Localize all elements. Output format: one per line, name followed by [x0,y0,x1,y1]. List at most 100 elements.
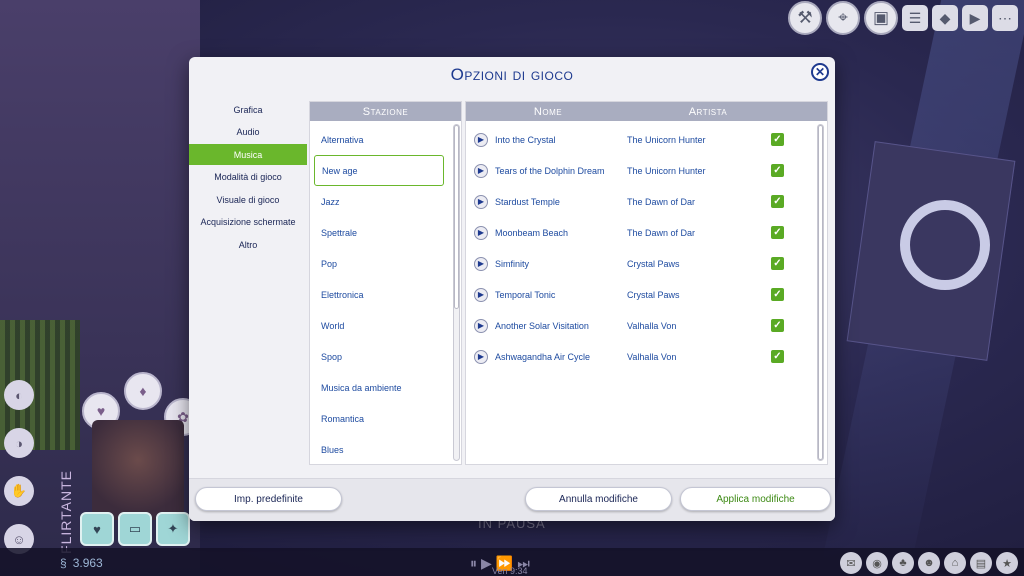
play-preview-icon[interactable]: ▶ [474,132,488,147]
category-item-3[interactable]: Modalità di gioco [189,167,307,188]
station-scroll-thumb[interactable] [454,125,459,309]
song-name: Moonbeam Beach [495,227,569,238]
station-item-4[interactable]: Pop [314,248,444,279]
song-enabled-checkbox[interactable]: ✓ [771,226,784,239]
category-item-1[interactable]: Audio [189,122,307,143]
song-artist: Crystal Paws [627,258,680,269]
song-list: ▶ Into the Crystal The Unicorn Hunter ✓ ▶ Tea… [474,124,807,372]
menu-icon[interactable]: ☰ [902,5,928,31]
play-preview-icon[interactable]: ▶ [474,349,488,364]
play-preview-icon[interactable]: ▶ [474,163,488,178]
restore-defaults-button[interactable]: Imp. predefinite [195,487,342,511]
game-options-dialog: Opzioni di gioco ✕ Grafica Audio Musica Mod… [189,57,835,521]
mood-label: FLIRTANTE [58,470,74,554]
song-name: Simfinity [495,258,530,269]
options-category-list: Grafica Audio Musica Modalità di gioco Visua… [189,99,307,257]
song-enabled-checkbox[interactable]: ✓ [771,133,784,146]
song-row: ▶ Into the Crystal The Unicorn Hunter ✓ [474,124,807,155]
song-row: ▶ Stardust Temple The Dawn of Dar ✓ [474,186,807,217]
career-icon[interactable]: ✉ [840,552,862,574]
song-artist: The Unicorn Hunter [627,134,706,145]
more-options-icon[interactable]: ⋯ [992,5,1018,31]
song-enabled-checkbox[interactable]: ✓ [771,319,784,332]
close-icon[interactable]: ✕ [811,63,829,81]
background-ring-decor [900,200,990,290]
funds-value: 3.963 [72,556,103,570]
song-row: ▶ Tears of the Dolphin Dream The Unicorn H… [474,155,807,186]
song-enabled-checkbox[interactable]: ✓ [771,257,784,270]
build-tools-icon[interactable]: ⚒ [788,1,822,35]
relationship-panel-icon[interactable]: ☻ [918,552,940,574]
station-item-7[interactable]: Spop [314,341,444,372]
song-enabled-checkbox[interactable]: ✓ [771,164,784,177]
song-row: ▶ Simfinity Crystal Paws ✓ [474,248,807,279]
play-preview-icon[interactable]: ▶ [474,225,488,240]
category-item-2[interactable]: Musica [189,144,307,166]
song-artist: The Dawn of Dar [627,227,696,238]
songs-column-header: Nome Artista [466,102,827,121]
play-preview-icon[interactable]: ▶ [474,194,488,209]
gallery-icon[interactable]: ▣ [864,1,898,35]
song-name: Tears of the Dolphin Dream [495,165,605,176]
song-artist: Valhalla Von [627,351,677,362]
simoleon-icon: § [60,556,67,570]
song-artist: The Dawn of Dar [627,196,696,207]
interaction-queue: ♥ ▭ ✦ [80,512,190,546]
gesture-icon[interactable]: ✋ [4,476,34,506]
inventory-icon[interactable]: ▤ [970,552,992,574]
category-item-5[interactable]: Acquisizione schermate [189,212,307,233]
footsteps-icon[interactable]: ◐ [4,380,34,410]
song-enabled-checkbox[interactable]: ✓ [771,195,784,208]
play-preview-icon[interactable]: ▶ [474,256,488,271]
relationships-icon[interactable]: ◑ [4,428,34,458]
wish-bubble-icon[interactable]: ♦ [124,372,162,410]
top-hud-bar: ⚒ ⌖ ▣ ☰ ◆ ▶ ⋯ [788,0,1024,36]
skills-icon[interactable]: ♣ [892,552,914,574]
cancel-changes-button[interactable]: Annulla modifiche [525,487,672,511]
station-item-8[interactable]: Musica da ambiente [314,372,444,403]
group-interaction-icon[interactable]: ✦ [156,512,190,546]
song-row: ▶ Ashwagandha Air Cycle Valhalla Von ✓ [474,341,807,372]
camera-icon[interactable]: ▶ [962,5,988,31]
song-row: ▶ Temporal Tonic Crystal Paws ✓ [474,279,807,310]
song-artist: The Unicorn Hunter [627,165,706,176]
song-enabled-checkbox[interactable]: ✓ [771,350,784,363]
song-name: Ashwagandha Air Cycle [495,351,591,362]
song-enabled-checkbox[interactable]: ✓ [771,288,784,301]
station-column-header: Stazione [310,102,461,121]
sim-portrait[interactable] [92,420,184,520]
name-column-header: Nome [533,105,563,118]
play-preview-icon[interactable]: ▶ [474,287,488,302]
songs-scroll-thumb[interactable] [818,125,823,460]
play-speed-icon[interactable]: ▶ [481,555,492,572]
song-name: Temporal Tonic [495,289,556,300]
station-scrollbar[interactable] [453,124,460,461]
station-item-3[interactable]: Spettrale [314,217,444,248]
dialog-title: Opzioni di gioco [450,65,574,84]
station-list: Alternativa New age Jazz Spettrale Pop Elettr… [314,124,444,465]
play-preview-icon[interactable]: ▶ [474,318,488,333]
map-icon[interactable]: ⌖ [826,1,860,35]
station-item-6[interactable]: World [314,310,444,341]
station-item-10[interactable]: Blues [314,434,444,465]
category-item-0[interactable]: Grafica [189,99,307,120]
station-item-9[interactable]: Romantica [314,403,444,434]
category-item-6[interactable]: Altro [189,235,307,256]
category-item-4[interactable]: Visuale di gioco [189,189,307,210]
tv-interaction-icon[interactable]: ▭ [118,512,152,546]
station-item-1[interactable]: New age [314,155,444,186]
household-funds: § 3.963 [60,556,103,570]
apply-changes-button[interactable]: Applica modifiche [680,487,831,511]
song-row: ▶ Moonbeam Beach The Dawn of Dar ✓ [474,217,807,248]
aspiration-icon[interactable]: ◉ [866,552,888,574]
household-icon[interactable]: ⌂ [944,552,966,574]
left-side-icons: ◐ ◑ ✋ ☺ [4,380,34,554]
cube-icon[interactable]: ◆ [932,5,958,31]
songs-scrollbar[interactable] [817,124,824,461]
station-item-0[interactable]: Alternativa [314,124,444,155]
heart-interaction-icon[interactable]: ♥ [80,512,114,546]
perks-icon[interactable]: ★ [996,552,1018,574]
pause-icon[interactable]: ⏸ [470,555,477,572]
station-item-5[interactable]: Elettronica [314,279,444,310]
station-item-2[interactable]: Jazz [314,186,444,217]
